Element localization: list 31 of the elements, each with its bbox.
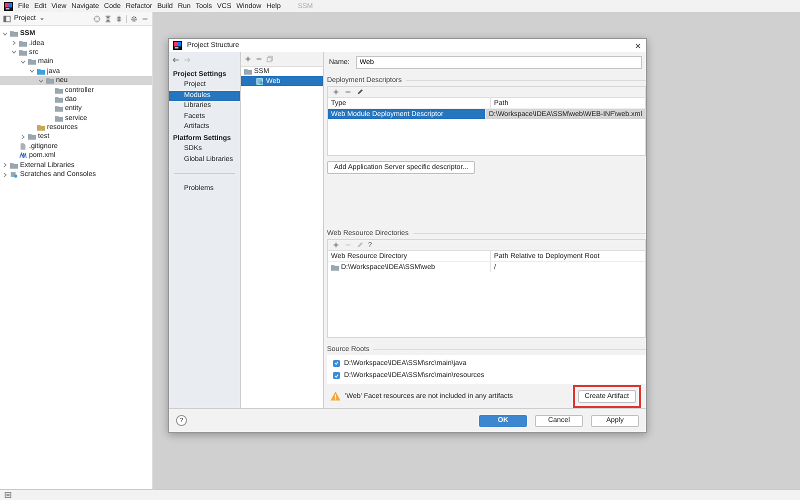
chevron-icon[interactable] [20,58,26,65]
checkbox[interactable] [333,372,340,380]
add-icon[interactable] [332,88,340,96]
file-icon [19,142,27,150]
chevron-icon[interactable] [29,68,35,74]
chevron-icon[interactable] [11,40,17,46]
settings-icon[interactable] [130,14,138,22]
close-icon[interactable] [634,42,642,50]
target-icon[interactable] [93,14,101,22]
scratch-icon [10,171,18,178]
layout-icon[interactable] [4,491,12,499]
maven-icon [19,152,27,160]
edit-icon[interactable] [356,88,364,96]
folder-icon [331,264,339,270]
collapse-all-icon[interactable] [115,14,123,22]
add-icon[interactable] [332,241,340,249]
chevron-icon[interactable] [38,78,44,84]
panel-icon [3,14,11,22]
chevron-icon[interactable] [2,30,8,37]
warning-icon [330,391,341,401]
chevron-icon[interactable] [2,172,8,178]
expand-all-icon[interactable] [104,14,112,22]
web-icon [256,78,264,85]
add-icon[interactable] [244,55,252,63]
folder-icon [10,162,18,169]
chevron-icon[interactable] [11,49,17,56]
back-arrow-icon[interactable] [172,56,180,64]
chevron-icon[interactable] [20,134,26,140]
checkbox[interactable] [333,360,340,367]
chevron-icon[interactable] [2,162,8,168]
dropdown-icon[interactable] [38,16,45,22]
